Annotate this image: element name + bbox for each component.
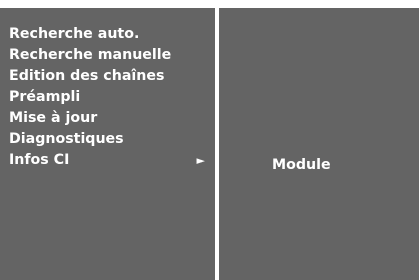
menu-item-label: Préampli — [9, 89, 81, 105]
submenu-item-module[interactable]: Module — [219, 155, 419, 176]
main-menu-panel: Recherche auto. Recherche manuelle Editi… — [0, 8, 217, 280]
menu-item-recherche-auto[interactable]: Recherche auto. — [0, 24, 215, 45]
menu-item-label: Recherche manuelle — [9, 47, 172, 63]
menu-item-mise-a-jour[interactable]: Mise à jour — [0, 108, 215, 129]
menu-item-infos-ci[interactable]: Infos CI ► — [0, 150, 215, 171]
menu-item-label: Recherche auto. — [9, 26, 140, 42]
main-menu: Recherche auto. Recherche manuelle Editi… — [0, 24, 215, 171]
submenu-item-label: Module — [272, 157, 331, 173]
submenu-panel: Module — [219, 8, 419, 280]
menu-item-label: Infos CI — [9, 152, 70, 168]
tv-osd-screen: Recherche auto. Recherche manuelle Editi… — [0, 0, 419, 280]
submenu: Module — [219, 155, 419, 176]
menu-item-label: Edition des chaînes — [9, 68, 165, 84]
menu-item-label: Diagnostiques — [9, 131, 124, 147]
menu-item-preampli[interactable]: Préampli — [0, 87, 215, 108]
menu-item-diagnostiques[interactable]: Diagnostiques — [0, 129, 215, 150]
menu-item-recherche-manuelle[interactable]: Recherche manuelle — [0, 45, 215, 66]
right-triangle-icon: ► — [196, 154, 205, 167]
menu-item-label: Mise à jour — [9, 110, 98, 126]
menu-item-edition-des-chaines[interactable]: Edition des chaînes — [0, 66, 215, 87]
